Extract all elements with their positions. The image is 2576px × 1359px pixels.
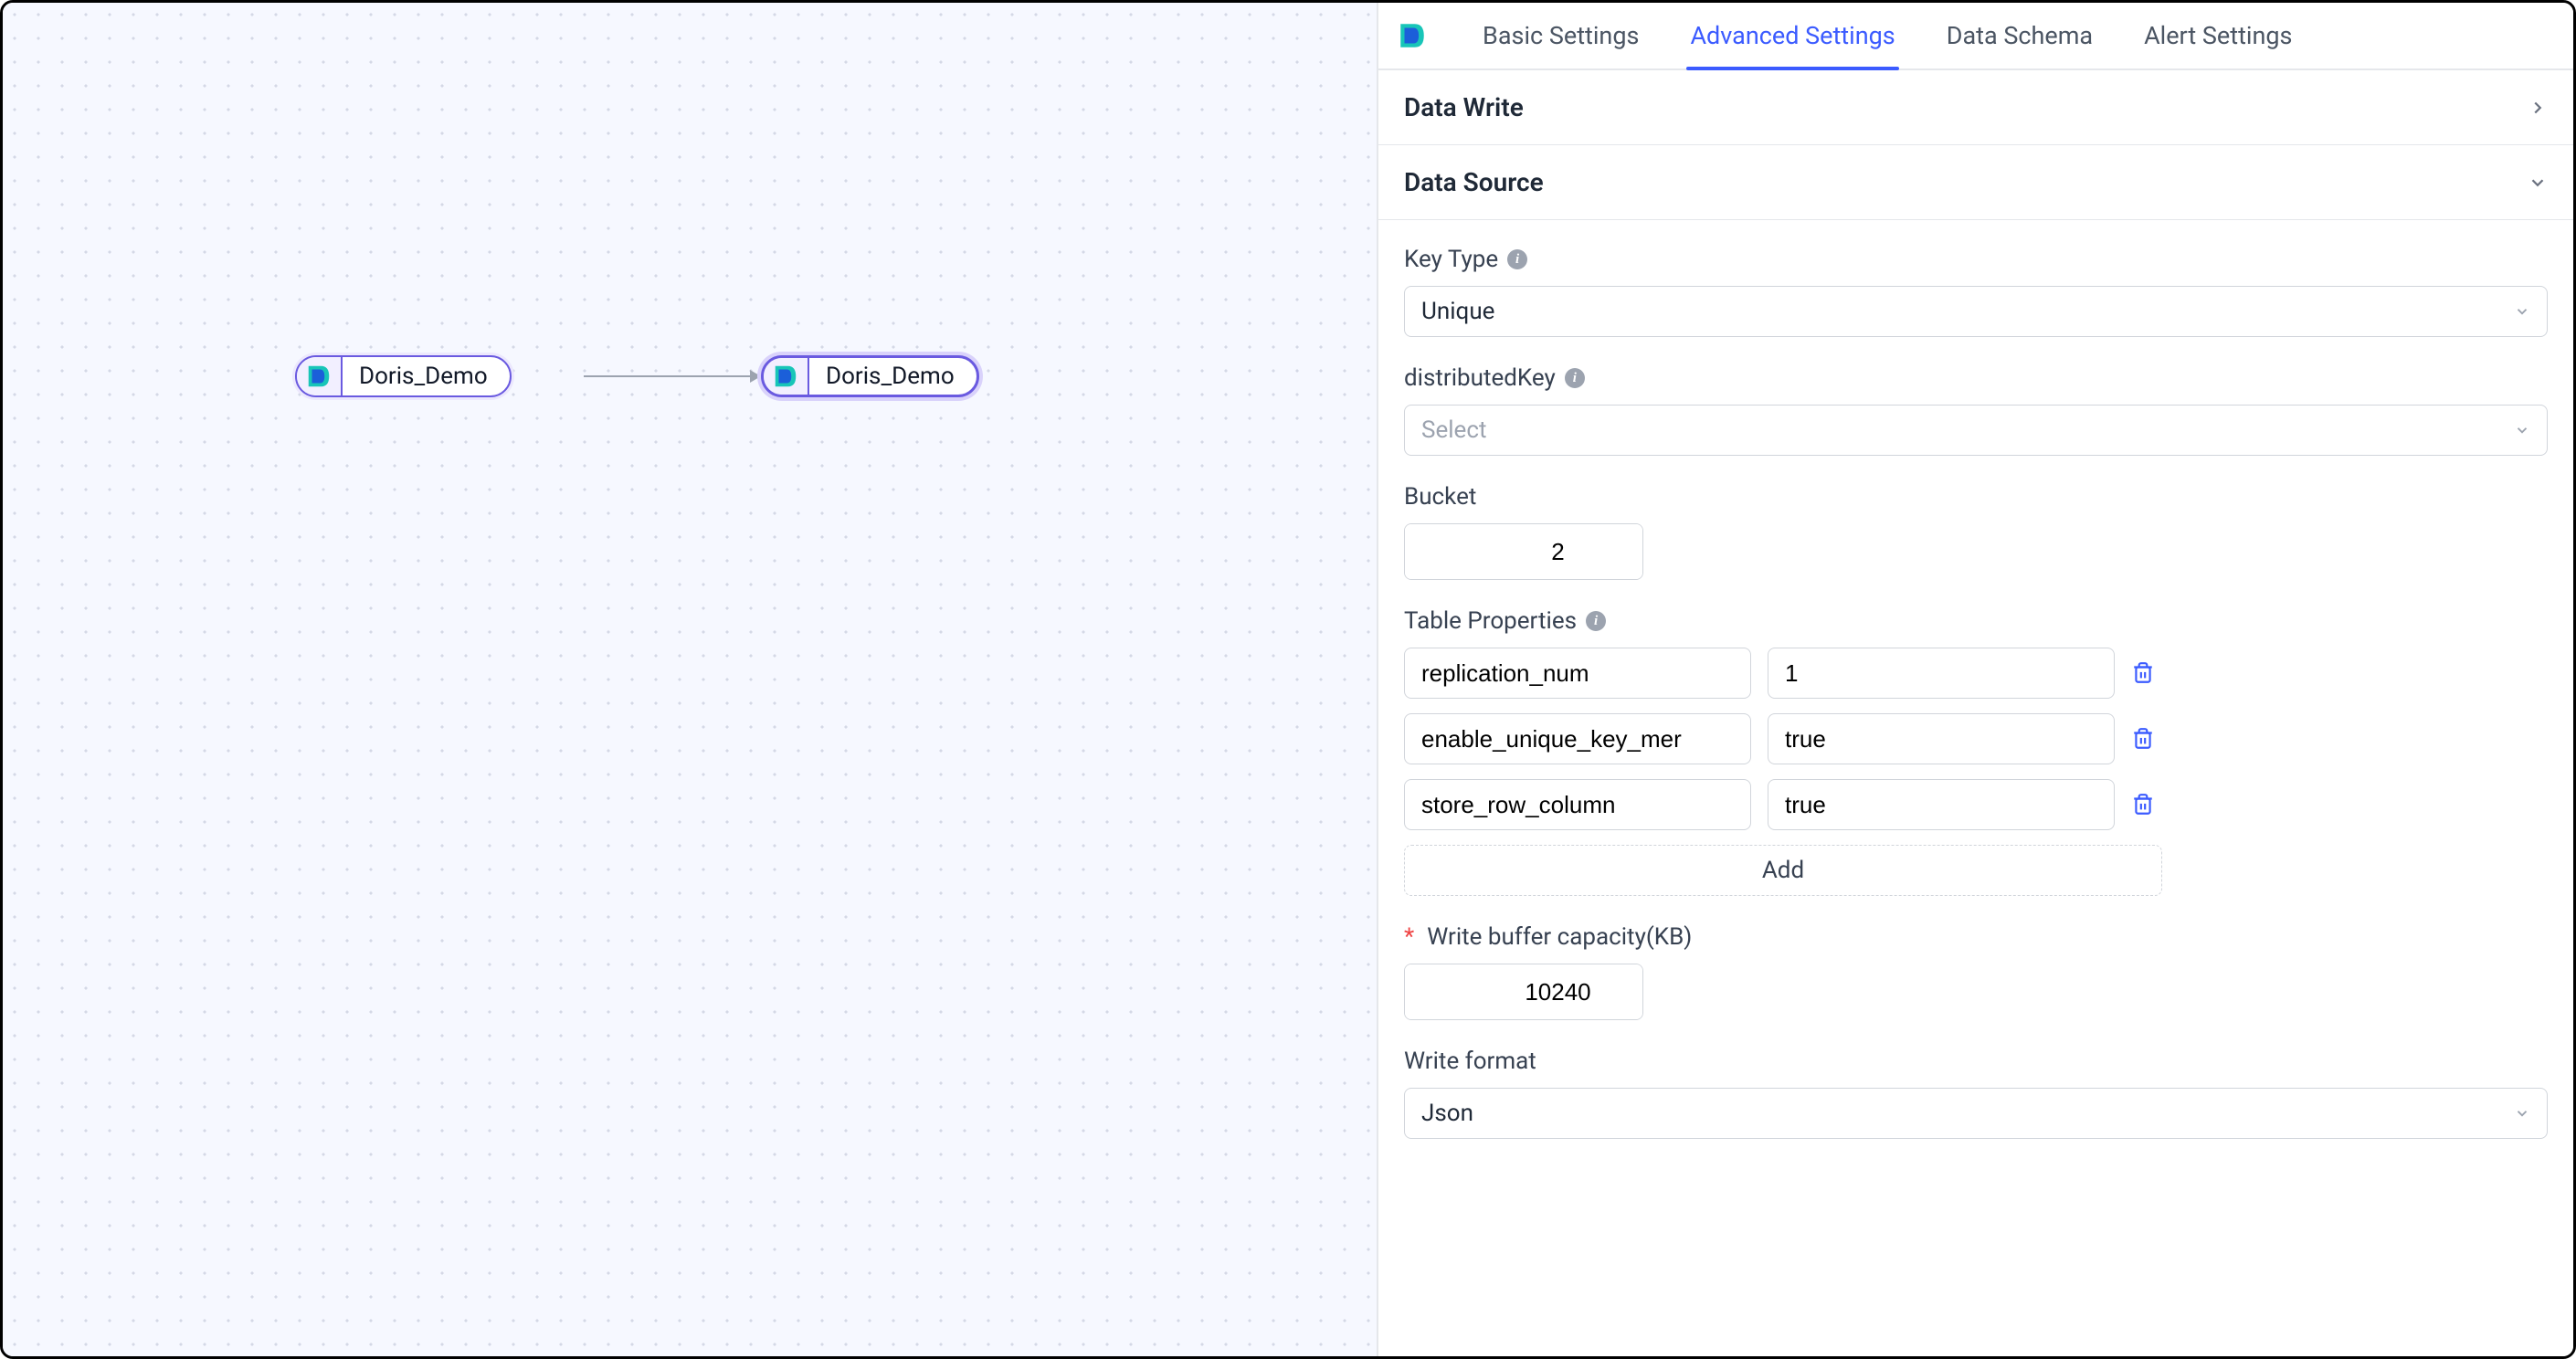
table-property-row (1404, 779, 2548, 830)
settings-tabs: Basic Settings Advanced Settings Data Sc… (1378, 3, 2573, 70)
tab-advanced-settings[interactable]: Advanced Settings (1686, 3, 1898, 68)
delete-row-button[interactable] (2131, 661, 2155, 685)
key-type-value: Unique (1421, 298, 1494, 325)
field-write-format: Write format Json (1404, 1048, 2548, 1139)
write-format-value: Json (1421, 1100, 1473, 1127)
write-format-select[interactable]: Json (1404, 1088, 2548, 1139)
section-data-source-header[interactable]: Data Source (1378, 145, 2573, 220)
write-format-label: Write format (1404, 1048, 1536, 1075)
bucket-input[interactable] (1405, 524, 1643, 579)
section-data-source-title: Data Source (1404, 167, 1544, 197)
add-property-label: Add (1762, 857, 1804, 884)
doris-icon (764, 358, 809, 395)
property-value-input[interactable] (1785, 780, 2097, 829)
tab-basic-settings[interactable]: Basic Settings (1479, 3, 1642, 68)
add-property-button[interactable]: Add (1404, 845, 2162, 896)
edge (584, 375, 759, 377)
table-property-row (1404, 648, 2548, 699)
doris-logo-icon (1397, 20, 1428, 51)
property-key-input[interactable] (1421, 648, 1734, 698)
write-buffer-label: Write buffer capacity(KB) (1427, 923, 1692, 951)
delete-row-button[interactable] (2131, 727, 2155, 751)
field-key-type: Key Type i Unique (1404, 246, 2548, 337)
tab-alert-settings[interactable]: Alert Settings (2140, 3, 2296, 68)
node-sink[interactable]: Doris_Demo (761, 355, 979, 397)
key-type-label: Key Type (1404, 246, 1498, 273)
chevron-down-icon (2514, 422, 2530, 438)
table-properties-label: Table Properties (1404, 607, 1577, 635)
node-source-label: Doris_Demo (343, 363, 488, 390)
info-icon[interactable]: i (1565, 368, 1585, 388)
chevron-down-icon (2514, 303, 2530, 320)
tab-data-schema[interactable]: Data Schema (1943, 3, 2096, 68)
bucket-input-wrap (1404, 523, 1643, 580)
pipeline-canvas[interactable]: Doris_Demo Doris_Demo (3, 3, 1377, 1356)
section-data-write-header[interactable]: Data Write (1378, 70, 2573, 145)
property-key-input[interactable] (1421, 714, 1734, 764)
chevron-down-icon (2514, 1105, 2530, 1122)
write-buffer-input-wrap (1404, 964, 1643, 1020)
property-value-input[interactable] (1785, 714, 2097, 764)
field-table-properties: Table Properties i (1404, 607, 2548, 896)
delete-row-button[interactable] (2131, 793, 2155, 816)
node-sink-label: Doris_Demo (809, 363, 955, 390)
field-distributed-key: distributedKey i Select (1404, 364, 2548, 456)
distributed-key-placeholder: Select (1421, 416, 1486, 444)
chevron-down-icon (2528, 173, 2548, 193)
distributed-key-select[interactable]: Select (1404, 405, 2548, 456)
property-value-input[interactable] (1785, 648, 2097, 698)
section-data-source-body: Key Type i Unique distributedKey i Selec… (1378, 220, 2573, 1164)
info-icon[interactable]: i (1586, 611, 1606, 631)
field-bucket: Bucket (1404, 483, 2548, 580)
doris-icon (297, 357, 343, 395)
write-buffer-input[interactable] (1405, 964, 1643, 1019)
required-marker: * (1404, 923, 1414, 951)
node-source[interactable]: Doris_Demo (295, 355, 512, 397)
field-write-buffer: * Write buffer capacity(KB) (1404, 923, 2548, 1020)
section-data-write-title: Data Write (1404, 92, 1524, 122)
property-key-input[interactable] (1421, 780, 1734, 829)
key-type-select[interactable]: Unique (1404, 286, 2548, 337)
chevron-right-icon (2528, 98, 2548, 118)
table-property-row (1404, 713, 2548, 764)
distributed-key-label: distributedKey (1404, 364, 1556, 392)
bucket-label: Bucket (1404, 483, 1476, 511)
settings-panel: Basic Settings Advanced Settings Data Sc… (1377, 3, 2573, 1356)
info-icon[interactable]: i (1507, 249, 1527, 269)
